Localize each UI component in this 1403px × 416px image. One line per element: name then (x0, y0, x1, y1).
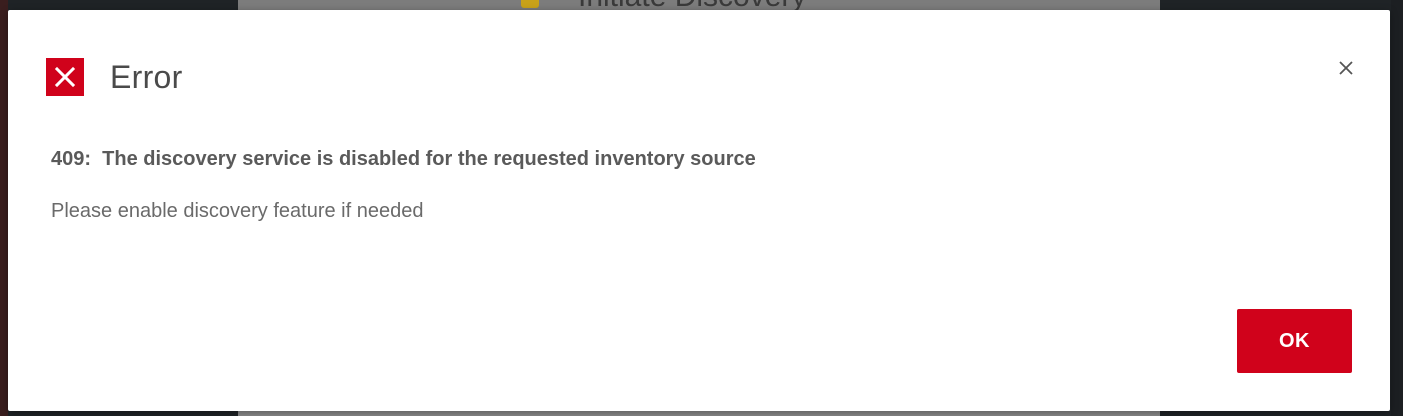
ok-button[interactable]: OK (1237, 309, 1352, 373)
dialog-title: Error (110, 58, 183, 95)
background-left-strip (0, 0, 8, 416)
dialog-header: Error (46, 58, 183, 96)
warning-icon (521, 0, 539, 8)
error-hint: Please enable discovery feature if neede… (51, 200, 424, 222)
error-x-icon (46, 58, 84, 96)
error-message: 409: The discovery service is disabled f… (51, 148, 756, 170)
close-icon (1338, 60, 1354, 81)
error-dialog: Error 409: The discovery service is disa… (8, 10, 1390, 411)
background-right-strip (1391, 0, 1403, 416)
close-button[interactable] (1334, 58, 1358, 82)
